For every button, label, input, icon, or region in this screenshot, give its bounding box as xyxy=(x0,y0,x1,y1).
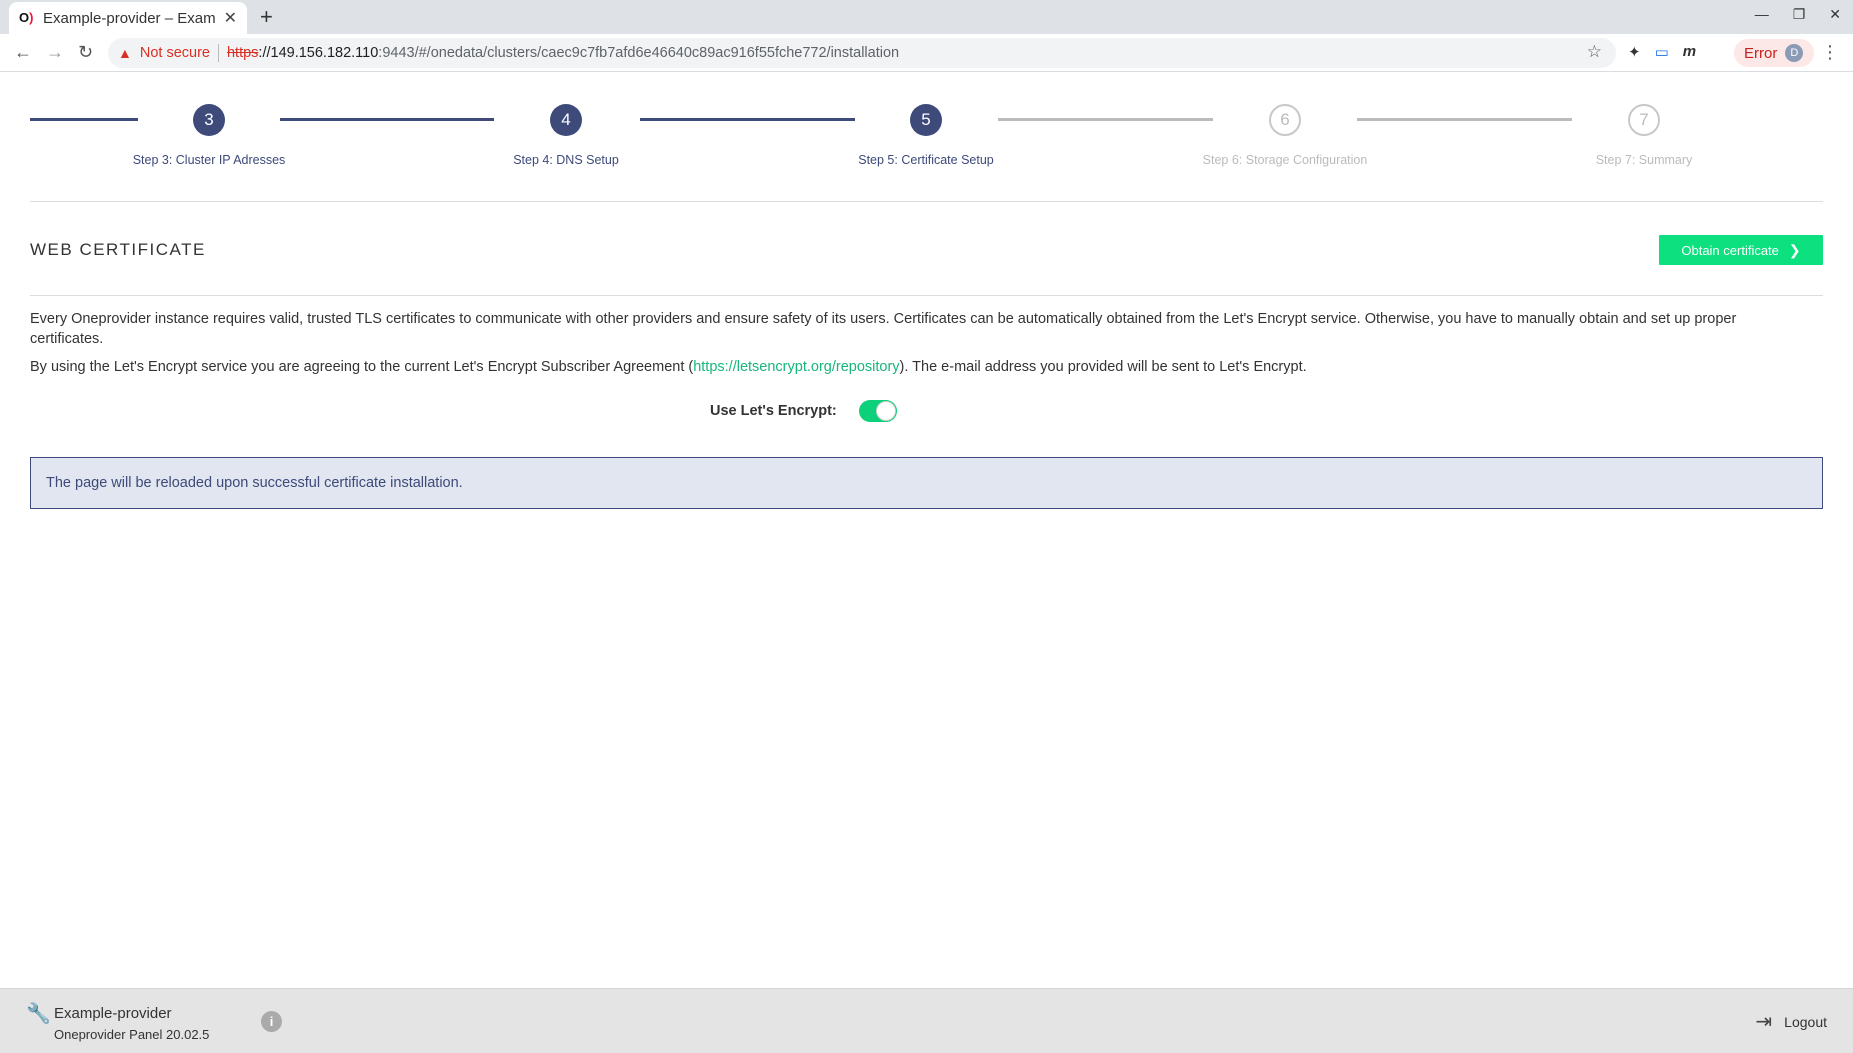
obtain-certificate-label: Obtain certificate xyxy=(1681,242,1779,258)
step-7-circle: 7 xyxy=(1628,104,1660,136)
reload-icon[interactable]: ↻ xyxy=(78,42,93,63)
browser-toolbar: ← → ↻ ▲ Not secure https ://149.156.182.… xyxy=(0,34,1853,72)
step-6-circle: 6 xyxy=(1269,104,1301,136)
step-connector xyxy=(998,118,1213,121)
not-secure-label[interactable]: Not secure xyxy=(140,45,210,61)
step-connector xyxy=(640,118,855,121)
address-bar[interactable]: ▲ Not secure https ://149.156.182.110 :9… xyxy=(108,38,1616,68)
tab-close-icon[interactable]: ✕ xyxy=(224,8,237,28)
warning-icon: ▲ xyxy=(118,45,132,61)
error-label: Error xyxy=(1744,44,1778,62)
url-path: :9443/#/onedata/clusters/caec9c7fb7afd6e… xyxy=(378,45,900,61)
step-5-circle: 5 xyxy=(910,104,942,136)
step-connector xyxy=(280,118,494,121)
logout-label: Logout xyxy=(1784,1013,1827,1030)
letsencrypt-agreement: By using the Let's Encrypt service you a… xyxy=(30,359,1810,375)
letsencrypt-toggle-label: Use Let's Encrypt: xyxy=(710,403,837,419)
step-3-label: Step 3: Cluster IP Adresses xyxy=(132,153,286,167)
minimize-icon[interactable]: — xyxy=(1755,6,1769,23)
browser-menu-icon[interactable]: ⋮ xyxy=(1821,42,1839,63)
wrench-icon: 🔧 xyxy=(26,1003,51,1025)
info-icon[interactable]: i xyxy=(261,1011,282,1032)
address-separator xyxy=(217,44,219,62)
window-close-icon[interactable]: ✕ xyxy=(1829,6,1841,23)
logout-button[interactable]: ⇥ Logout xyxy=(1755,1009,1827,1034)
step-6-label: Step 6: Storage Configuration xyxy=(1202,153,1368,167)
letsencrypt-toggle-row: Use Let's Encrypt: xyxy=(710,400,897,422)
logout-icon: ⇥ xyxy=(1755,1011,1773,1033)
onedata-favicon-icon: O) xyxy=(19,10,34,25)
browser-tabbar: O) Example-provider – Exam ✕ + — ❐ ✕ xyxy=(0,0,1853,34)
extension-icons: ✦ ▭ m xyxy=(1628,43,1696,61)
web-certificate-header: WEB CERTIFICATE Obtain certificate ❯ xyxy=(30,202,1823,296)
letsencrypt-repository-link[interactable]: https://letsencrypt.org/repository xyxy=(693,359,899,375)
letsencrypt-toggle[interactable] xyxy=(858,400,897,422)
url-scheme: https xyxy=(226,45,259,61)
agreement-text-after: ). The e-mail address you provided will … xyxy=(899,359,1307,375)
page-title: WEB CERTIFICATE xyxy=(30,240,206,259)
step-connector xyxy=(1357,118,1572,121)
cast-icon[interactable]: ▭ xyxy=(1655,43,1669,61)
forward-icon[interactable]: → xyxy=(46,42,64,63)
certificate-description: Every Oneprovider instance requires vali… xyxy=(30,311,1737,347)
extension-m-icon[interactable]: m xyxy=(1683,43,1696,61)
browser-tab[interactable]: O) Example-provider – Exam ✕ xyxy=(9,2,247,34)
back-icon[interactable]: ← xyxy=(14,42,32,63)
chevron-right-icon: ❯ xyxy=(1788,241,1801,258)
toggle-knob xyxy=(875,401,896,421)
installation-steps: 3 Step 3: Cluster IP Adresses 4 Step 4: … xyxy=(30,72,1823,202)
agreement-text-before: By using the Let's Encrypt service you a… xyxy=(30,359,694,375)
obtain-certificate-button[interactable]: Obtain certificate ❯ xyxy=(1659,235,1823,265)
provider-name[interactable]: Example-provider xyxy=(54,1005,172,1022)
step-connector xyxy=(30,118,138,121)
new-tab-icon[interactable]: + xyxy=(260,4,273,30)
step-5-label: Step 5: Certificate Setup xyxy=(858,153,994,167)
reload-info-text: The page will be reloaded upon successfu… xyxy=(46,475,463,491)
profile-error-button[interactable]: Error D xyxy=(1734,39,1814,67)
avatar: D xyxy=(1785,44,1804,62)
window-controls: — ❐ ✕ xyxy=(1755,6,1841,23)
url-host: ://149.156.182.110 xyxy=(258,45,379,61)
extension-paw-icon[interactable]: ✦ xyxy=(1628,43,1641,61)
reload-info-box: The page will be reloaded upon successfu… xyxy=(30,457,1823,509)
step-3-circle: 3 xyxy=(193,104,225,136)
bookmark-star-icon[interactable]: ☆ xyxy=(1587,42,1602,62)
panel-version: Oneprovider Panel 20.02.5 xyxy=(54,1027,210,1042)
step-7-label: Step 7: Summary xyxy=(1595,153,1693,167)
step-4-circle: 4 xyxy=(550,104,582,136)
restore-icon[interactable]: ❐ xyxy=(1793,6,1806,23)
footer: 🔧 Example-provider Oneprovider Panel 20.… xyxy=(0,988,1853,1053)
tab-title: Example-provider – Exam xyxy=(43,9,216,27)
step-4-label: Step 4: DNS Setup xyxy=(513,153,619,167)
